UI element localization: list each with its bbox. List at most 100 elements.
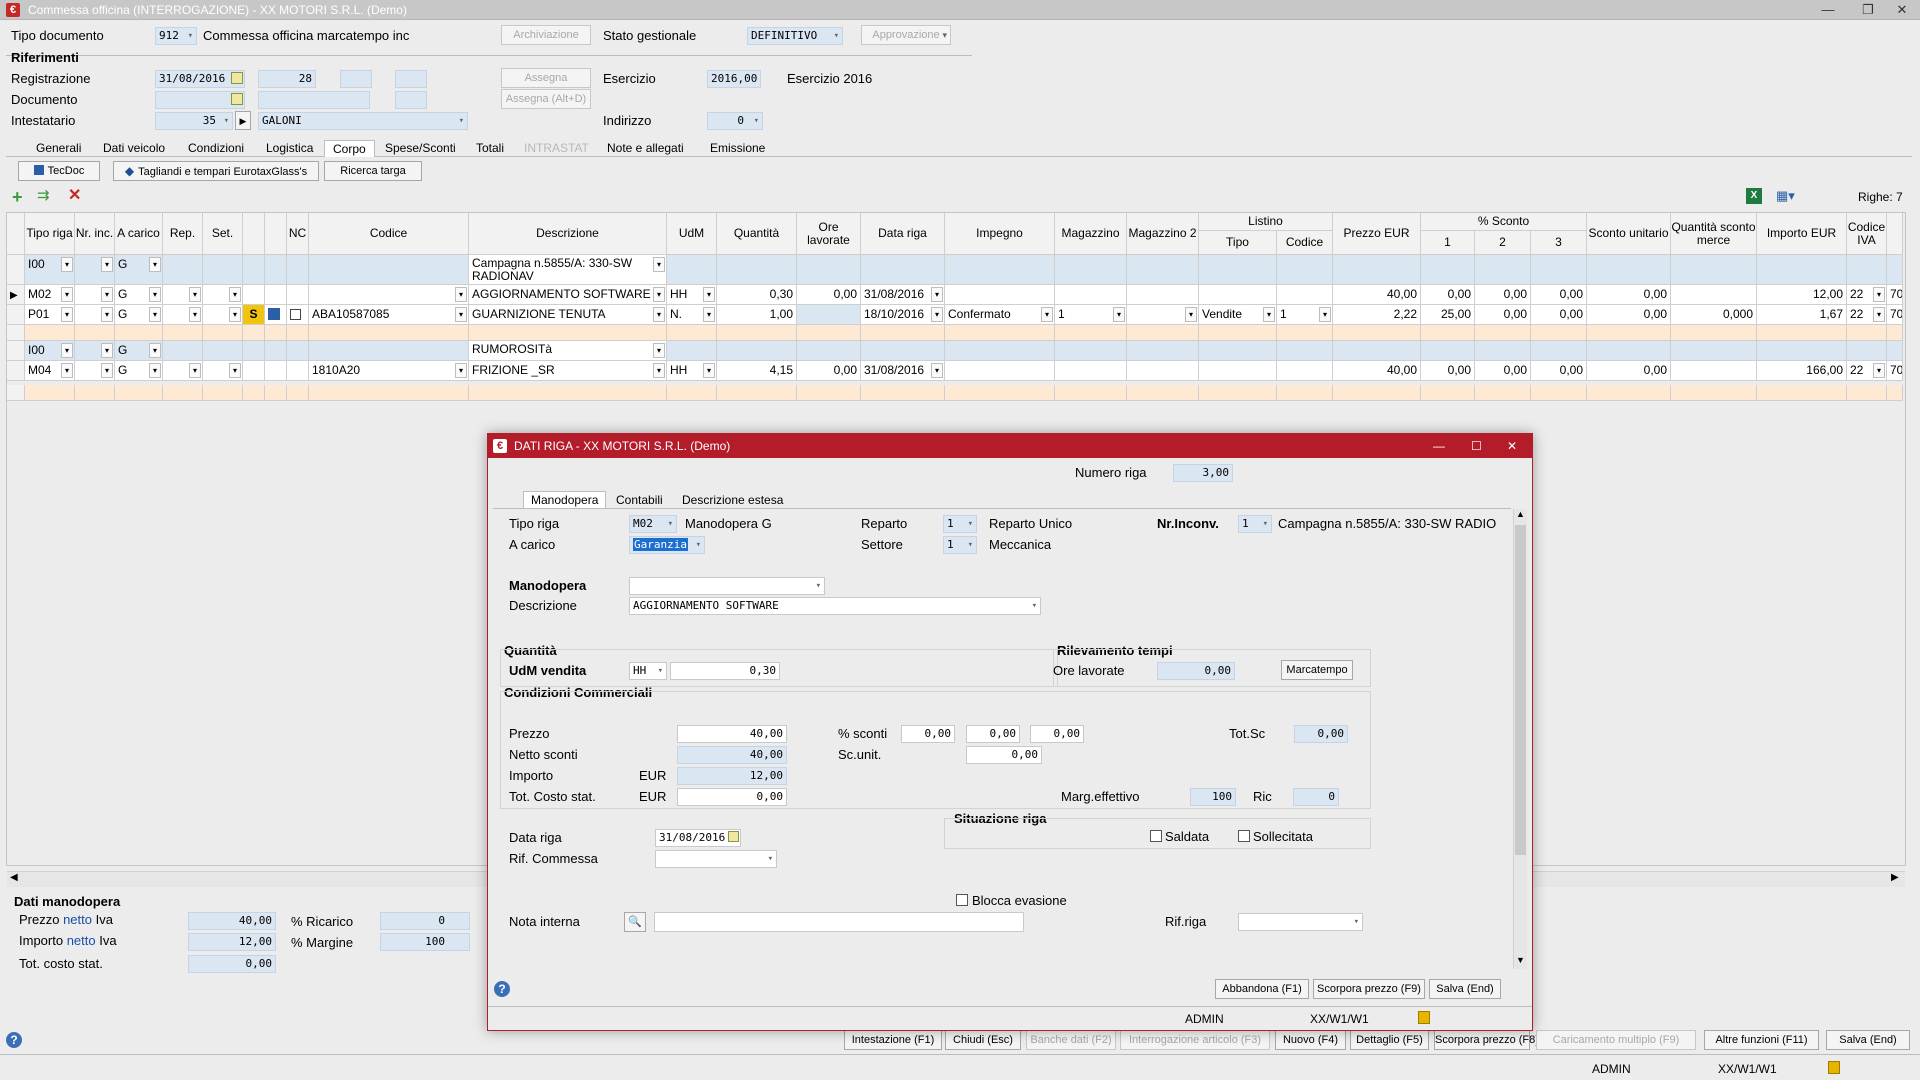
saldata-checkbox[interactable] [1150, 830, 1162, 842]
cell-quantita[interactable]: 0,30 [717, 285, 797, 305]
registrazione-number-field[interactable]: 28 [258, 70, 316, 88]
cell-lis-tipo[interactable]: Vendite ▾ [1199, 305, 1277, 325]
cell-ic2[interactable] [265, 305, 287, 325]
settore-select[interactable]: 1 [943, 536, 977, 554]
cell-set[interactable] [203, 255, 243, 285]
cell-dropdown-icon[interactable]: ▾ [653, 287, 665, 302]
cell-dropdown-icon[interactable]: ▾ [101, 257, 113, 272]
cell-sel[interactable] [7, 385, 25, 401]
cell-dropdown-icon[interactable]: ▾ [1113, 307, 1125, 322]
cell-nc[interactable] [287, 325, 309, 341]
cell-data[interactable] [861, 341, 945, 361]
cell-udm[interactable] [667, 325, 717, 341]
cell-set[interactable] [203, 385, 243, 401]
stato-gestionale-select[interactable]: DEFINITIVO [747, 27, 843, 45]
cell-dropdown-icon[interactable]: ▾ [61, 363, 73, 378]
cell-sc1[interactable]: 25,00 [1421, 305, 1475, 325]
cell-sc2[interactable] [1475, 255, 1531, 285]
cell-nr[interactable] [75, 385, 115, 401]
tab-condizioni[interactable]: Condizioni [180, 140, 252, 157]
cell-udm[interactable]: HH ▾ [667, 361, 717, 381]
indirizzo-field[interactable]: 0 [707, 112, 763, 130]
dialog-tab-contabili[interactable]: Contabili [609, 492, 670, 508]
excel-export-icon[interactable]: X [1746, 188, 1762, 204]
cell-udm[interactable]: N. ▾ [667, 305, 717, 325]
table-row[interactable]: I00▾2▾G▾RUMOROSITà▾ [7, 341, 1903, 361]
cell-mag[interactable] [1055, 361, 1127, 381]
cell-impegno[interactable] [945, 341, 1055, 361]
cell-iva[interactable]: 22 ▾ [1847, 361, 1887, 381]
cell-scu[interactable]: 0,00 [1587, 305, 1671, 325]
manodopera-select[interactable] [629, 577, 825, 595]
abbandona-button[interactable]: Abbandona (F1) [1215, 979, 1309, 999]
column-header-qsm[interactable]: Quantità sconto merce [1671, 213, 1757, 255]
cell-rep[interactable] [163, 341, 203, 361]
cell-udm[interactable] [667, 385, 717, 401]
intestatario-code-field[interactable]: 35 [155, 112, 233, 130]
cell-descrizione[interactable]: GUARNIZIONE TENUTA ▾ [469, 305, 667, 325]
approvazione-button[interactable]: Approvazione [861, 25, 951, 45]
cell-set[interactable] [203, 325, 243, 341]
cell-dropdown-icon[interactable]: ▾ [703, 307, 715, 322]
cell-prezzo[interactable] [1333, 385, 1421, 401]
cell-rep[interactable] [163, 325, 203, 341]
assegna-button[interactable]: Assegna [501, 68, 591, 88]
nc-checkbox[interactable] [290, 309, 301, 320]
cell-nc[interactable] [287, 285, 309, 305]
cell-descrizione[interactable]: FRIZIONE _SR ▾ [469, 361, 667, 381]
totsc-field[interactable]: 0,00 [1294, 725, 1348, 743]
cell-sc3[interactable]: 0,00 [1531, 361, 1587, 381]
table-row[interactable] [7, 325, 1903, 341]
calendar-icon[interactable] [231, 72, 243, 84]
tab-spese-sconti[interactable]: Spese/Sconti [377, 140, 464, 157]
minimize-icon[interactable]: — [1808, 0, 1848, 20]
calendar-icon[interactable] [231, 93, 243, 105]
cell-dropdown-icon[interactable]: ▾ [653, 343, 665, 358]
cell-sc2[interactable] [1475, 325, 1531, 341]
tot-costo-stat-field[interactable]: 0,00 [188, 955, 276, 973]
cell-dropdown-icon[interactable]: ▾ [1041, 307, 1053, 322]
column-header-sconto-1[interactable]: 1 [1421, 231, 1475, 255]
cell-dropdown-icon[interactable]: ▾ [455, 363, 467, 378]
cell-quantita[interactable]: 4,15 [717, 361, 797, 381]
cell-dropdown-icon[interactable]: ▾ [101, 307, 113, 322]
cell-rep[interactable]: 1▾ [163, 361, 203, 381]
cell-tipo[interactable]: M04 ▾ [25, 361, 75, 381]
cell-sc2[interactable]: 0,00 [1475, 305, 1531, 325]
cell-mag[interactable] [1055, 341, 1127, 361]
documento-number-field[interactable] [258, 91, 370, 109]
cell-mag[interactable]: 1 ▾ [1055, 305, 1127, 325]
cell-sc1[interactable] [1421, 341, 1475, 361]
cell-dropdown-icon[interactable]: ▾ [61, 307, 73, 322]
cell-sc1[interactable]: 0,00 [1421, 285, 1475, 305]
tagliandi-button[interactable]: ◆ Tagliandi e tempari EurotaxGlass's [113, 161, 319, 181]
cell-data[interactable] [861, 255, 945, 285]
caricamento-multiplo-button[interactable]: Caricamento multiplo (F9) [1536, 1030, 1696, 1050]
tab-corpo[interactable]: Corpo [324, 140, 375, 157]
cell-ic1[interactable] [243, 385, 265, 401]
banche-dati-button[interactable]: Banche dati (F2) [1026, 1030, 1116, 1050]
table-row[interactable]: P01▾1▾G▾1▾1▾SABA10587085▾GUARNIZIONE TEN… [7, 305, 1903, 325]
cell-dropdown-icon[interactable]: ▾ [703, 287, 715, 302]
nr-inconv-select[interactable]: 1 [1238, 515, 1272, 533]
cell-dropdown-icon[interactable]: ▾ [61, 257, 73, 272]
cell-udm[interactable] [667, 255, 717, 285]
prezzo-field[interactable]: 40,00 [677, 725, 787, 743]
chiudi-button[interactable]: Chiudi (Esc) [945, 1030, 1021, 1050]
a-carico-select[interactable]: Garanzia [629, 536, 705, 554]
cell-scu[interactable] [1587, 325, 1671, 341]
delete-row-icon[interactable]: ✕ [68, 188, 81, 204]
cell-nc[interactable] [287, 385, 309, 401]
column-header-carico[interactable]: A carico [115, 213, 163, 255]
column-header-ic1[interactable] [243, 213, 265, 255]
tab-totali[interactable]: Totali [468, 140, 512, 157]
scroll-right-icon[interactable]: ▶ [1891, 872, 1899, 883]
reparto-select[interactable]: 1 [943, 515, 977, 533]
cell-dropdown-icon[interactable]: ▾ [101, 343, 113, 358]
cell-dropdown-icon[interactable]: ▾ [1873, 307, 1885, 322]
column-header-extra[interactable] [1887, 213, 1903, 255]
registrazione-extra-field-1[interactable] [340, 70, 372, 88]
scunit-field[interactable]: 0,00 [966, 746, 1042, 764]
cell-dropdown-icon[interactable]: ▾ [703, 363, 715, 378]
udm-select[interactable]: HH [629, 662, 667, 680]
